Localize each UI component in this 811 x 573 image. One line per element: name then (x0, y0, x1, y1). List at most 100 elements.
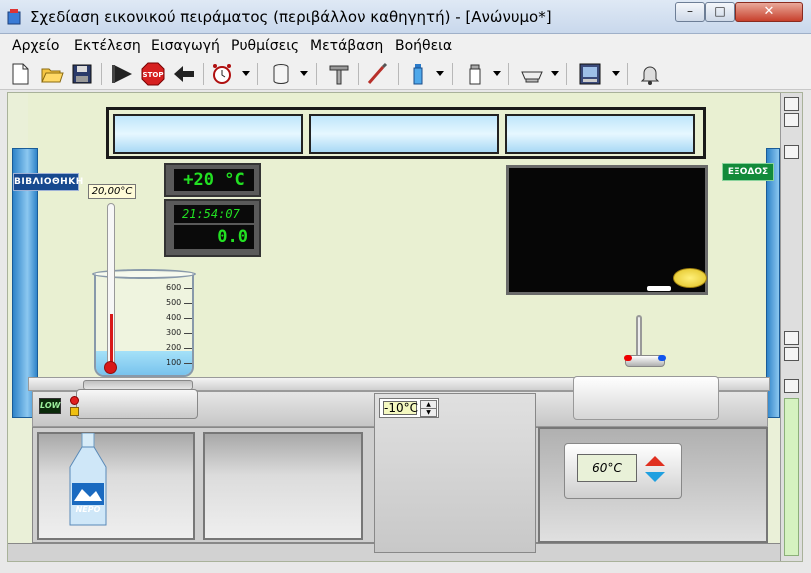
chevron-down-icon[interactable] (436, 71, 444, 76)
toolbar-separator (508, 63, 509, 85)
beaker-tick-mark (184, 348, 192, 349)
minimize-icon: – (687, 4, 693, 18)
beaker-tick-mark (184, 303, 192, 304)
toolbar-separator (203, 63, 204, 85)
menu-settings[interactable]: Ρυθμίσεις (231, 38, 299, 54)
chevron-down-icon[interactable] (612, 71, 620, 76)
bell-icon[interactable] (638, 62, 662, 86)
blackboard[interactable] (506, 165, 708, 295)
sponge-icon[interactable] (673, 268, 707, 288)
bottle-icon[interactable] (406, 62, 430, 86)
app-icon (7, 9, 21, 25)
timer-time: 21:54:07 (174, 205, 254, 223)
menu-bar: Αρχείο Εκτέλεση Εισαγωγή Ρυθμίσεις Μετάβ… (0, 34, 811, 58)
timer-reading: 0.0 (174, 225, 254, 249)
beaker-tick: 100 (166, 358, 182, 367)
restore-icon[interactable] (784, 97, 799, 111)
maximize-icon[interactable] (784, 113, 799, 127)
beaker-tick: 400 (166, 313, 182, 322)
heater-temperature-value: 60°C (577, 454, 637, 482)
hot-plate-surface (83, 380, 193, 390)
alarm-clock-icon[interactable] (210, 62, 234, 86)
back-arrow-icon[interactable] (172, 62, 196, 86)
save-disk-icon[interactable] (784, 379, 799, 393)
open-folder-icon[interactable] (40, 62, 64, 86)
cold-tap-icon[interactable] (658, 355, 666, 361)
close-icon: ✕ (763, 4, 775, 19)
salt-shaker-icon[interactable] (463, 62, 487, 86)
hot-tap-icon[interactable] (624, 355, 632, 361)
menu-insert[interactable]: Εισαγωγή (151, 38, 220, 54)
thermometer-bulb (104, 361, 117, 374)
power-indicator-icon[interactable] (70, 396, 79, 405)
save-disk-icon[interactable] (784, 145, 799, 159)
window-title: Σχεδίαση εικονικού πειράματος (περιβάλλο… (30, 8, 552, 26)
panel-display-icon[interactable] (578, 62, 602, 86)
beaker-tick-mark (184, 333, 192, 334)
stop-label: STOP (143, 71, 164, 79)
maximize-button[interactable]: □ (705, 2, 735, 22)
stop-icon[interactable]: STOP (141, 62, 165, 86)
increase-arrow-icon[interactable] (645, 456, 665, 466)
pipette-icon[interactable] (365, 62, 389, 86)
toolbar-separator (358, 63, 359, 85)
beaker-tick-mark (184, 363, 192, 364)
sink[interactable] (573, 376, 719, 420)
beaker-tick: 500 (166, 298, 182, 307)
new-document-icon[interactable] (8, 62, 32, 86)
toolbar-separator (627, 63, 628, 85)
hot-plate[interactable] (76, 389, 198, 419)
window-pane (113, 114, 303, 154)
stepper-down-icon[interactable]: ▼ (420, 408, 437, 417)
lab-windows (106, 107, 706, 159)
window-pane (505, 114, 695, 154)
freezer-temperature-value[interactable]: -10°C (383, 401, 418, 415)
menu-run[interactable]: Εκτέλεση (74, 38, 141, 54)
chalk-icon (647, 286, 671, 291)
minimize-button[interactable]: – (675, 2, 705, 22)
restore-icon[interactable] (784, 331, 799, 345)
toolbar-separator (452, 63, 453, 85)
freezer-temperature-stepper[interactable]: -10°C ▲ ▼ (379, 398, 439, 418)
exit-sign[interactable]: ΕΞΟΔΟΣ (722, 163, 774, 181)
lab-scene: ΒΙΒΛΙΟΘΗΚΗ ΕΞΟΔΟΣ +20 °C 21:54:07 0.0 60… (7, 92, 803, 562)
chevron-down-icon[interactable] (551, 71, 559, 76)
room-temperature-display: +20 °C (164, 163, 261, 197)
chevron-down-icon[interactable] (493, 71, 501, 76)
decrease-arrow-icon[interactable] (645, 472, 665, 482)
dish-icon[interactable] (520, 62, 544, 86)
heat-indicator-icon[interactable] (70, 407, 79, 416)
toolbar: STOP (0, 58, 811, 90)
thermometer[interactable] (107, 203, 115, 372)
chevron-down-icon[interactable] (242, 71, 250, 76)
bottle-label: ΝΕΡΟ (75, 505, 101, 514)
title-bar: Σχεδίαση εικονικού πειράματος (περιβάλλο… (0, 0, 811, 34)
toolbar-separator (566, 63, 567, 85)
timer-display[interactable]: 21:54:07 0.0 (164, 199, 261, 257)
toolbar-separator (101, 63, 102, 85)
maximize-icon: □ (714, 4, 726, 18)
save-disk-icon[interactable] (70, 62, 94, 86)
chevron-down-icon[interactable] (300, 71, 308, 76)
beaker-tick-mark (184, 288, 192, 289)
pipe-stand-icon[interactable] (327, 62, 351, 86)
room-temperature-value: +20 °C (174, 169, 254, 191)
menu-navigate[interactable]: Μετάβαση (310, 38, 383, 54)
beaker-cylinder-icon[interactable] (269, 62, 293, 86)
maximize-icon[interactable] (784, 347, 799, 361)
toolbar-separator (398, 63, 399, 85)
menu-help[interactable]: Βοήθεια (395, 38, 452, 54)
run-play-icon[interactable] (110, 62, 134, 86)
cabinet-middle (203, 432, 363, 540)
beaker-tick: 200 (166, 343, 182, 352)
side-panel (780, 93, 802, 561)
side-panel-area (784, 398, 799, 556)
hot-plate-level: LOW (39, 398, 61, 414)
menu-file[interactable]: Αρχείο (12, 38, 59, 54)
beaker-tick-mark (184, 318, 192, 319)
water-heater[interactable]: 60°C (564, 443, 682, 499)
toolbar-separator (316, 63, 317, 85)
close-button[interactable]: ✕ (735, 2, 803, 22)
library-sign[interactable]: ΒΙΒΛΙΟΘΗΚΗ (13, 173, 83, 191)
beaker-tick: 300 (166, 328, 182, 337)
